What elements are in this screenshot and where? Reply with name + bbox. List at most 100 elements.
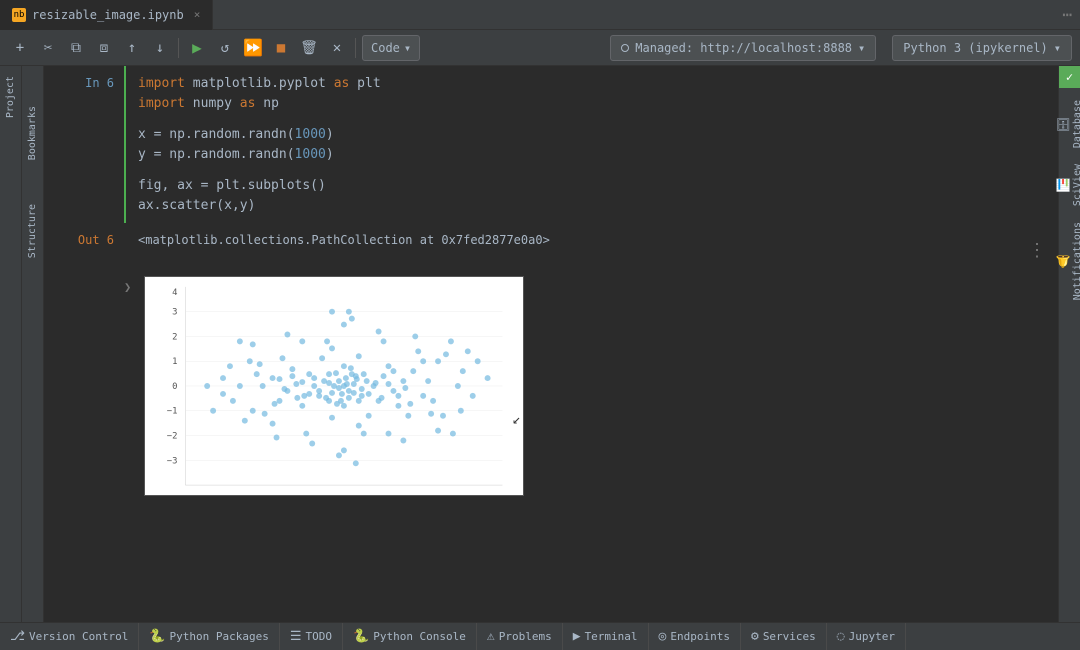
kernel-label: Python 3 (ipykernel) xyxy=(903,41,1048,55)
output-repr: <matplotlib.collections.PathCollection a… xyxy=(138,231,550,249)
cell-out-label: Out 6 xyxy=(44,223,124,272)
right-sidebar: ✓ 🗄 Database 📊 SciView 🔔 Notifications xyxy=(1058,66,1080,650)
code-line-1: import matplotlib.pyplot as plt xyxy=(138,74,1046,94)
toolbar: + ✂ ⧉ ⧈ ↑ ↓ ▶ ↺ ⏩ ■ 🗑 ✕ Code ▾ Managed: … xyxy=(0,30,1080,66)
move-down-button[interactable]: ↓ xyxy=(148,36,172,60)
version-control-button[interactable]: ⎇ Version Control xyxy=(0,623,139,650)
python-console-label: Python Console xyxy=(373,630,466,643)
cell-type-dropdown[interactable]: Code ▾ xyxy=(362,35,420,61)
endpoints-icon: ◎ xyxy=(659,629,667,644)
svg-text:−1: −1 xyxy=(167,407,178,417)
project-sidebar: Project xyxy=(0,66,22,650)
python-packages-button[interactable]: 🐍 Python Packages xyxy=(139,623,280,650)
stop-button[interactable]: ■ xyxy=(269,36,293,60)
copy-button[interactable]: ⧉ xyxy=(64,36,88,60)
notifications-icon: 🔔 xyxy=(1056,254,1070,269)
services-button[interactable]: ⚙ Services xyxy=(741,623,827,650)
scatter-plot-svg: 3 2 1 0 −1 −2 −3 4 xyxy=(145,277,523,495)
notifications-panel-button[interactable]: 🔔 Notifications xyxy=(1054,218,1080,304)
svg-text:0: 0 xyxy=(172,382,177,392)
jupyter-button[interactable]: ◌ Jupyter xyxy=(827,623,906,650)
code-line-6: ax.scatter(x,y) xyxy=(138,196,1046,216)
endpoints-button[interactable]: ◎ Endpoints xyxy=(649,623,741,650)
add-cell-button[interactable]: + xyxy=(8,36,32,60)
check-indicator: ✓ xyxy=(1059,66,1080,88)
separator-1 xyxy=(178,38,179,58)
server-status-dot xyxy=(621,44,629,52)
run-button[interactable]: ▶ xyxy=(185,36,209,60)
sciview-panel-button[interactable]: 📊 SciView xyxy=(1054,160,1080,210)
code-line-5: fig, ax = plt.subplots() xyxy=(138,176,1046,196)
scatter-plot: 3 2 1 0 −1 −2 −3 4 xyxy=(144,276,524,496)
todo-label: TODO xyxy=(306,630,333,643)
restart-button[interactable]: ↺ xyxy=(213,36,237,60)
cursor-symbol: ↙ xyxy=(512,412,520,428)
bookmarks-label[interactable]: Bookmarks xyxy=(27,106,38,160)
sciview-icon: 📊 xyxy=(1056,178,1070,193)
kernel-dropdown[interactable]: Python 3 (ipykernel) ▾ xyxy=(892,35,1072,61)
kernel-arrow: ▾ xyxy=(1054,41,1061,55)
tab-label: resizable_image.ipynb xyxy=(32,8,184,22)
secondary-sidebar: Bookmarks Structure xyxy=(22,66,44,650)
server-arrow: ▾ xyxy=(858,41,865,55)
terminal-label: Terminal xyxy=(585,630,638,643)
cut-button[interactable]: ✂ xyxy=(36,36,60,60)
python-console-icon: 🐍 xyxy=(353,629,369,644)
run-all-button[interactable]: ⏩ xyxy=(241,36,265,60)
problems-button[interactable]: ⚠ Problems xyxy=(477,623,563,650)
content-row: Project Bookmarks Structure In 6 import … xyxy=(0,66,1080,650)
server-dropdown[interactable]: Managed: http://localhost:8888 ▾ xyxy=(610,35,876,61)
tab-bar: nb resizable_image.ipynb × ⋯ xyxy=(0,0,1080,30)
output-cell: Out 6 <matplotlib.collections.PathCollec… xyxy=(44,223,1058,272)
tab-close-button[interactable]: × xyxy=(194,8,201,21)
python-console-button[interactable]: 🐍 Python Console xyxy=(343,623,477,650)
code-line-2: import numpy as np xyxy=(138,94,1046,114)
code-line-4: y = np.random.randn(1000) xyxy=(138,145,1046,165)
database-panel-button[interactable]: 🗄 Database xyxy=(1054,96,1080,152)
svg-text:−2: −2 xyxy=(167,432,178,442)
status-bar: ⎇ Version Control 🐍 Python Packages ☰ TO… xyxy=(0,622,1080,650)
cell-code-content[interactable]: import matplotlib.pyplot as plt import n… xyxy=(124,66,1058,223)
active-tab[interactable]: nb resizable_image.ipynb × xyxy=(0,0,213,30)
database-icon: 🗄 xyxy=(1056,116,1070,131)
todo-button[interactable]: ☰ TODO xyxy=(280,623,343,650)
input-cell: In 6 import matplotlib.pyplot as plt imp… xyxy=(44,66,1058,223)
clear-button[interactable]: ✕ xyxy=(325,36,349,60)
separator-2 xyxy=(355,38,356,58)
structure-label[interactable]: Structure xyxy=(27,204,38,258)
tab-overflow-button[interactable]: ⋯ xyxy=(1062,5,1072,24)
blank-line-1 xyxy=(138,113,1046,125)
jupyter-label: Jupyter xyxy=(849,630,895,643)
terminal-button[interactable]: ▶ Terminal xyxy=(563,623,649,650)
endpoints-label: Endpoints xyxy=(670,630,730,643)
python-packages-icon: 🐍 xyxy=(149,629,165,644)
cell-in-label: In 6 xyxy=(44,66,124,223)
app-window: nb resizable_image.ipynb × ⋯ + ✂ ⧉ ⧈ ↑ ↓… xyxy=(0,0,1080,650)
plot-collapse-button[interactable]: ❯ xyxy=(124,276,144,496)
delete-button[interactable]: 🗑 xyxy=(297,36,321,60)
code-line-3: x = np.random.randn(1000) xyxy=(138,125,1046,145)
output-text-content: <matplotlib.collections.PathCollection a… xyxy=(124,223,1058,272)
svg-text:−3: −3 xyxy=(167,456,178,466)
project-label[interactable]: Project xyxy=(5,76,16,118)
terminal-icon: ▶ xyxy=(573,629,581,644)
version-control-icon: ⎇ xyxy=(10,629,25,644)
output-options-button[interactable]: ⋮ xyxy=(1028,237,1046,264)
blank-line-2 xyxy=(138,164,1046,176)
services-icon: ⚙ xyxy=(751,629,759,644)
svg-text:2: 2 xyxy=(172,332,177,342)
todo-icon: ☰ xyxy=(290,629,302,644)
svg-text:3: 3 xyxy=(172,308,177,318)
cell-type-label: Code xyxy=(371,41,400,55)
notebook-icon: nb xyxy=(12,8,26,22)
svg-text:1: 1 xyxy=(172,357,177,367)
version-control-label: Version Control xyxy=(29,630,128,643)
problems-icon: ⚠ xyxy=(487,629,495,644)
server-label: Managed: http://localhost:8888 xyxy=(635,41,852,55)
paste-button[interactable]: ⧈ xyxy=(92,36,116,60)
notebook-editor: In 6 import matplotlib.pyplot as plt imp… xyxy=(44,66,1058,650)
python-packages-label: Python Packages xyxy=(170,630,269,643)
problems-label: Problems xyxy=(499,630,552,643)
svg-text:4: 4 xyxy=(172,288,177,298)
move-up-button[interactable]: ↑ xyxy=(120,36,144,60)
